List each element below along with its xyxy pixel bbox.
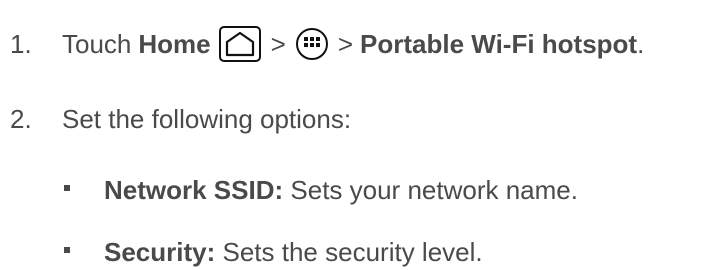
step-2-text: Set the following options:: [62, 104, 352, 134]
apps-icon: [295, 28, 328, 60]
bullet-marker: [64, 247, 70, 253]
step-1-text: Touch Home > > Portable Wi-Fi hotspot .: [62, 26, 644, 62]
option-description: Sets your network name.: [290, 175, 578, 205]
step-number: 1.: [10, 29, 32, 59]
step-text-touch: Touch: [62, 29, 132, 59]
step-number: 2.: [10, 104, 32, 134]
separator: >: [337, 29, 354, 59]
option-term: Security:: [104, 237, 216, 267]
home-icon: [218, 26, 261, 62]
home-label: Home: [138, 29, 211, 59]
option-text: Network SSID: Sets your network name.: [104, 175, 578, 206]
bullet-marker: [64, 185, 70, 191]
option-text: Security: Sets the security level.: [104, 237, 483, 268]
sentence-period: .: [637, 29, 645, 59]
destination-label: Portable Wi-Fi hotspot: [360, 29, 638, 59]
option-description: Sets the security level.: [222, 237, 483, 267]
option-term: Network SSID:: [104, 175, 284, 205]
separator: >: [270, 29, 286, 59]
